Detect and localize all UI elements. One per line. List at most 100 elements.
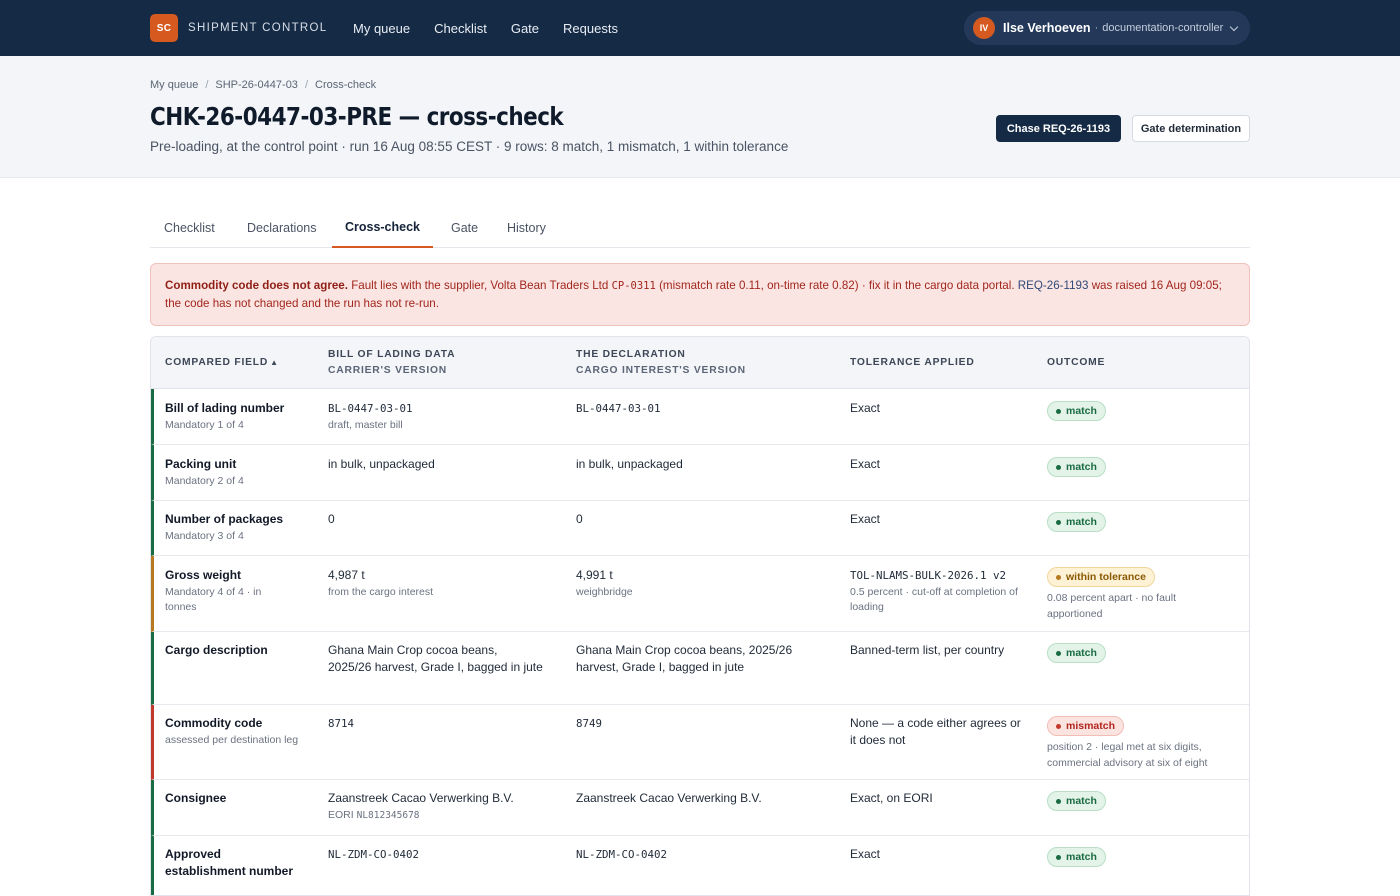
field-name: Bill of lading number [165, 401, 285, 415]
status-badge: mismatch [1047, 716, 1125, 736]
table-row[interactable]: Approved establishment number NL-ZDM-CO-… [151, 836, 1249, 895]
breadcrumb-my-queue[interactable]: My queue [150, 79, 198, 91]
breadcrumb-separator: / [205, 79, 209, 91]
declaration-value: Ghana Main Crop cocoa beans, 2025/26 har… [576, 643, 793, 674]
declaration-value: Zaanstreek Cacao Verwerking B.V. [576, 791, 762, 805]
nav-my-queue[interactable]: My queue [353, 21, 410, 36]
tolerance-value: Exact [850, 512, 881, 526]
bill-of-lading-value: 0 [328, 512, 335, 526]
bill-of-lading-source: draft, master bill [328, 419, 403, 431]
column-header-declaration: THE DECLARATION CARGO INTEREST'S VERSION [576, 349, 746, 376]
avatar: IV [973, 17, 995, 39]
table-row[interactable]: Consignee Zaanstreek Cacao Verwerking B.… [151, 780, 1249, 836]
cross-check-table: COMPARED FIELD ▲ BILL OF LADING DATA CARRI… [150, 336, 1250, 896]
request-link[interactable]: REQ-26-1193 [1018, 279, 1089, 292]
breadcrumb-separator: / [304, 79, 308, 91]
tolerance-value: TOL-NLAMS-BULK-2026.1 v2 [850, 569, 1007, 582]
tab-history[interactable]: History [507, 208, 546, 248]
column-header-tolerance: TOLERANCE APPLIED [850, 357, 975, 368]
nav-gate[interactable]: Gate [511, 21, 539, 36]
status-badge: match [1047, 847, 1106, 867]
table-row[interactable]: Cargo description Ghana Main Crop cocoa … [151, 632, 1249, 705]
bill-of-lading-value: BL-0447-03-01 [328, 402, 413, 415]
table-row[interactable]: Number of packages Mandatory 3 of 4 0 0 … [151, 501, 1249, 556]
declaration-value: 0 [576, 512, 583, 526]
nav-requests[interactable]: Requests [563, 21, 618, 36]
alert-text: (mismatch rate 0.11, on-time rate 0.82) … [659, 279, 1015, 292]
tab-bar: Checklist Declarations Cross-check Gate … [150, 208, 1250, 248]
status-badge: match [1047, 401, 1106, 421]
bill-of-lading-value: Zaanstreek Cacao Verwerking B.V. [328, 791, 514, 805]
chevron-down-icon [1230, 22, 1239, 31]
chase-request-button[interactable]: Chase REQ-26-1193 [996, 115, 1121, 142]
status-badge: match [1047, 791, 1106, 811]
tolerance-detail: 0.5 percent · cut-off at completion of l… [850, 586, 1018, 613]
eori-number: EORI NL812345678 [328, 809, 420, 821]
field-requirement: Mandatory 2 of 4 [165, 475, 244, 487]
field-name: Gross weight [165, 568, 242, 582]
page-subtitle: Pre-loading, at the control point · run … [150, 139, 789, 154]
tab-checklist[interactable]: Checklist [164, 208, 215, 248]
tolerance-value: None — a code either agrees or it does n… [850, 716, 1021, 747]
bill-of-lading-value: in bulk, unpackaged [328, 457, 435, 471]
top-nav-bar: SC SHIPMENT CONTROL My queue Checklist G… [0, 0, 1400, 56]
bill-of-lading-value: Ghana Main Crop cocoa beans, 2025/26 har… [328, 643, 543, 674]
table-row[interactable]: Gross weight Mandatory 4 of 4 · in tonne… [151, 556, 1249, 632]
mismatch-alert: Commodity code does not agree. Fault lie… [150, 263, 1250, 326]
breadcrumb: My queue / SHP-26-0447-03 / Cross-check [150, 79, 376, 91]
user-role: documentation-controller [1102, 22, 1224, 34]
outcome-note: 0.08 percent apart · no fault apportione… [1047, 592, 1176, 620]
status-badge: match [1047, 512, 1106, 532]
supplier-code: CP-0311 [611, 280, 656, 292]
brand[interactable]: SC SHIPMENT CONTROL [150, 14, 327, 42]
bill-of-lading-source: from the cargo interest [328, 586, 434, 598]
tolerance-value: Banned-term list, per country [850, 643, 1005, 657]
page-title: CHK-26-0447-03-PRE — cross-check [150, 102, 564, 131]
brand-logo: SC [150, 14, 178, 42]
field-requirement: Mandatory 3 of 4 [165, 530, 244, 542]
tab-gate[interactable]: Gate [451, 208, 478, 248]
alert-text: Fault lies with the supplier, Volta Bean… [351, 279, 609, 292]
bill-of-lading-value: NL-ZDM-CO-0402 [328, 848, 420, 861]
column-header-bill-of-lading: BILL OF LADING DATA CARRIER'S VERSION [328, 349, 456, 376]
field-requirement: Mandatory 1 of 4 [165, 419, 244, 431]
status-badge: match [1047, 457, 1106, 477]
declaration-source: weighbridge [576, 586, 633, 598]
table-row[interactable]: Packing unit Mandatory 2 of 4 in bulk, u… [151, 445, 1249, 501]
gate-determination-button[interactable]: Gate determination [1132, 115, 1250, 142]
field-name: Number of packages [165, 512, 284, 526]
nav-checklist[interactable]: Checklist [434, 21, 487, 36]
column-header-outcome: OUTCOME [1047, 357, 1106, 368]
declaration-value: BL-0447-03-01 [576, 402, 661, 415]
main-nav: My queue Checklist Gate Requests [353, 0, 642, 56]
status-badge: match [1047, 643, 1106, 663]
tolerance-value: Exact [850, 847, 881, 861]
field-name: Commodity code [165, 716, 263, 730]
table-row[interactable]: Commodity code assessed per destination … [151, 705, 1249, 780]
field-name: Packing unit [165, 457, 237, 471]
column-header-field[interactable]: COMPARED FIELD ▲ [165, 355, 279, 371]
declaration-value: 8749 [576, 717, 603, 730]
table-header: COMPARED FIELD ▲ BILL OF LADING DATA CARRI… [151, 337, 1249, 389]
alert-heading: Commodity code does not agree. [165, 279, 348, 292]
bill-of-lading-value: 4,987 t [328, 568, 365, 582]
field-name: Cargo description [165, 643, 268, 657]
declaration-value: in bulk, unpackaged [576, 457, 683, 471]
tolerance-value: Exact [850, 457, 881, 471]
declaration-value: NL-ZDM-CO-0402 [576, 848, 668, 861]
tab-declarations[interactable]: Declarations [247, 208, 316, 248]
user-menu[interactable]: IV Ilse Verhoeven · documentation-contro… [964, 11, 1250, 45]
table-row[interactable]: Bill of lading number Mandatory 1 of 4 B… [151, 389, 1249, 445]
field-requirement: assessed per destination leg [165, 734, 299, 746]
brand-name: SHIPMENT CONTROL [188, 22, 328, 34]
tolerance-value: Exact [850, 401, 881, 415]
breadcrumb-shipment[interactable]: SHP-26-0447-03 [215, 79, 298, 91]
user-separator: · [1094, 22, 1099, 34]
outcome-note: position 2 · legal met at six digits, co… [1047, 741, 1208, 769]
tab-cross-check[interactable]: Cross-check [332, 208, 433, 248]
declaration-value: 4,991 t [576, 568, 613, 582]
breadcrumb-current: Cross-check [315, 79, 377, 91]
field-requirement: Mandatory 4 of 4 · in tonnes [165, 586, 262, 613]
page-header: My queue / SHP-26-0447-03 / Cross-check … [0, 56, 1400, 178]
status-badge: within tolerance [1047, 567, 1155, 587]
